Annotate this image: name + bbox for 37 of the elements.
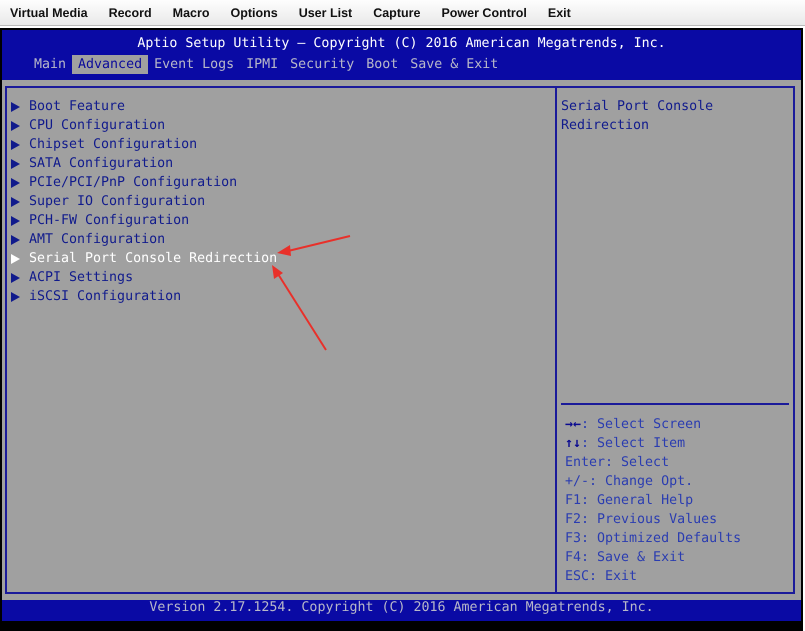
key-hint: F4: Save & Exit: [565, 549, 686, 567]
tab[interactable]: Security: [284, 55, 360, 74]
menu-item[interactable]: Capture: [367, 6, 426, 20]
tab[interactable]: Boot: [360, 55, 404, 74]
menu-entry[interactable]: SATA Configuration: [11, 154, 555, 173]
menu-entry[interactable]: iSCSI Configuration: [11, 287, 555, 306]
menu-entry[interactable]: Chipset Configuration: [11, 135, 555, 154]
key-hint: ↑↓: Select Item: [565, 435, 686, 453]
key-hint: ESC: Exit: [565, 568, 638, 586]
menu-entry[interactable]: CPU Configuration: [11, 116, 555, 135]
tab[interactable]: Main: [28, 55, 72, 74]
menu-entry[interactable]: ACPI Settings: [11, 268, 555, 287]
menu-entry[interactable]: AMT Configuration: [11, 230, 555, 249]
tab[interactable]: Save & Exit: [404, 55, 504, 74]
menu-entry[interactable]: PCIe/PCI/PnP Configuration: [11, 173, 555, 192]
help-text: Serial Port Console Redirection: [560, 98, 714, 135]
tab[interactable]: Advanced: [72, 55, 148, 74]
tab[interactable]: Event Logs: [148, 55, 240, 74]
menu-item[interactable]: Options: [224, 6, 284, 20]
menu-item[interactable]: User List: [292, 6, 358, 20]
menu-item[interactable]: Virtual Media: [4, 6, 94, 20]
key-hint: +/-: Change Opt.: [565, 473, 694, 491]
menu-entry[interactable]: PCH-FW Configuration: [11, 211, 555, 230]
window-title: Aptio Setup Utility – Copyright (C) 2016 American Megatrends, Inc.: [136, 35, 667, 53]
menu-item[interactable]: Power Control: [435, 6, 533, 20]
menu-item[interactable]: Record: [102, 6, 158, 20]
menu-item[interactable]: Macro: [166, 6, 216, 20]
menu-entry[interactable]: Boot Feature: [11, 97, 555, 116]
tab[interactable]: IPMI: [240, 55, 284, 74]
key-hint: F1: General Help: [565, 492, 694, 510]
version-text: Version 2.17.1254. Copyright (C) 2016 American Megatrends, Inc.: [149, 600, 654, 615]
menu-entry[interactable]: Super IO Configuration: [11, 192, 555, 211]
key-hint: F3: Optimized Defaults: [565, 530, 742, 548]
key-hint: →←: Select Screen: [565, 416, 702, 434]
menu-item[interactable]: Exit: [542, 6, 577, 20]
key-hint: F2: Previous Values: [565, 511, 718, 529]
key-hint: Enter: Select: [565, 454, 670, 472]
